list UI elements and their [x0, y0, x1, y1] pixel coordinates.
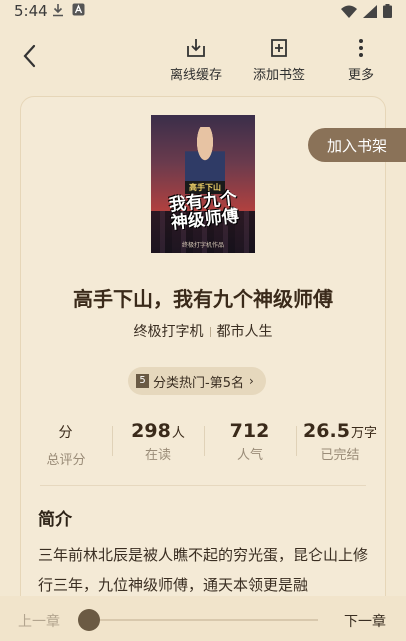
cover-figure	[185, 127, 225, 187]
font-app-icon	[72, 3, 85, 16]
rank-text: 分类热门-第5名	[153, 375, 244, 391]
prev-chapter-button[interactable]: 上一章	[18, 611, 60, 631]
wifi-icon	[341, 5, 357, 18]
rank-number: 5	[136, 374, 149, 388]
add-to-shelf-button[interactable]: 加入书架	[308, 128, 406, 162]
stat-value: 298人	[131, 420, 185, 442]
progress-slider-handle[interactable]	[78, 609, 100, 631]
status-time: 5:44	[14, 2, 48, 20]
offline-cache-label: 离线缓存	[170, 68, 223, 83]
stat-readers: 298人 在读	[112, 420, 204, 463]
bookmark-add-icon	[271, 39, 287, 57]
book-meta: 终极打字机 都市人生	[0, 321, 406, 341]
status-bar: 5:44	[0, 0, 406, 24]
chapter-nav-bar: 上一章 下一章	[0, 596, 406, 641]
stat-label: 在读	[144, 448, 171, 463]
back-button[interactable]	[18, 42, 42, 70]
section-divider	[40, 485, 366, 486]
back-arrow-icon	[23, 44, 36, 68]
stat-rating: 分 总评分	[20, 420, 112, 468]
battery-icon	[383, 4, 392, 18]
stat-label: 已完结	[320, 448, 360, 463]
stat-value: 712	[229, 420, 270, 442]
stat-label: 总评分	[46, 453, 86, 468]
cover-author: 终极打字机作品	[181, 242, 224, 249]
book-cover[interactable]: 高手下山 我有九个 神级师傅 终极打字机作品	[151, 115, 255, 253]
add-bookmark-label: 添加书签	[253, 68, 306, 83]
stat-value: 分	[58, 425, 73, 441]
author-link[interactable]: 终极打字机	[134, 324, 204, 340]
signal-icon	[363, 4, 377, 18]
chevron-right-icon: ›	[248, 374, 254, 388]
next-chapter-button[interactable]: 下一章	[344, 611, 386, 631]
intro-heading: 简介	[38, 510, 72, 530]
stat-word-count: 26.5万字 已完结	[294, 420, 386, 463]
stat-label: 人气	[236, 448, 263, 463]
more-button[interactable]: 更多	[348, 38, 374, 83]
book-stats: 分 总评分 298人 在读 712 人气 26.5万字 已完结	[20, 420, 386, 470]
stat-value: 26.5万字	[303, 420, 377, 442]
more-vertical-icon	[359, 39, 363, 57]
category-link[interactable]: 都市人生	[217, 324, 273, 340]
intro-text: 三年前林北辰是被人瞧不起的穷光蛋，昆仑山上修行三年，九位神级师傅，通天本领更是融	[38, 546, 368, 594]
offline-download-icon	[187, 39, 205, 57]
add-bookmark-button[interactable]: 添加书签	[253, 38, 305, 83]
meta-divider	[209, 327, 211, 337]
progress-slider-track[interactable]	[88, 619, 318, 621]
cover-title: 我有九个 神级师傅	[159, 189, 248, 234]
book-title: 高手下山，我有九个神级师傅	[73, 287, 333, 311]
download-icon	[53, 4, 63, 17]
stat-popularity: 712 人气	[204, 420, 296, 463]
offline-cache-button[interactable]: 离线缓存	[170, 38, 222, 83]
rank-badge[interactable]: 5 分类热门-第5名 ›	[128, 367, 266, 395]
more-label: 更多	[348, 68, 375, 83]
toolbar: 离线缓存 添加书签 更多	[0, 24, 406, 86]
